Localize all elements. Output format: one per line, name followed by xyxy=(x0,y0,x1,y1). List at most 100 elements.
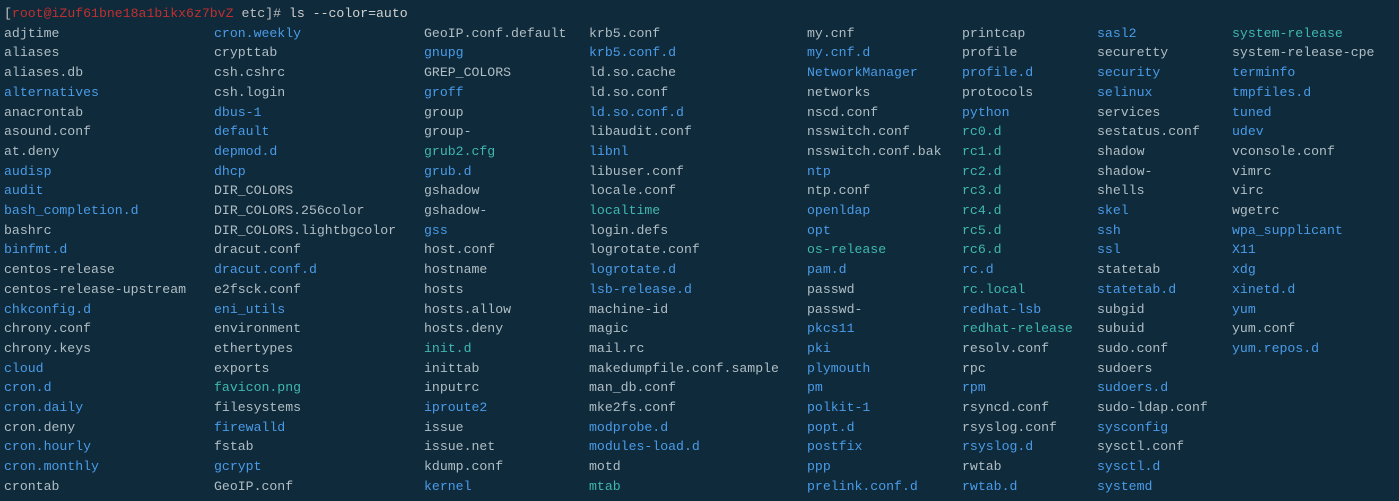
ls-entry: yum xyxy=(1232,300,1374,320)
ls-entry: nscd.conf xyxy=(807,103,962,123)
ls-entry: cron.deny xyxy=(4,418,214,438)
ls-entry: cloud xyxy=(4,359,214,379)
ls-entry: securetty xyxy=(1097,43,1232,63)
ls-entry: ntp.conf xyxy=(807,181,962,201)
ls-entry: hostname xyxy=(424,260,589,280)
ls-entry: rpm xyxy=(962,378,1097,398)
ls-entry: host.conf xyxy=(424,240,589,260)
ls-entry: libnl xyxy=(589,142,807,162)
ls-entry: gss xyxy=(424,221,589,241)
ls-entry: fstab xyxy=(214,437,424,457)
ls-entry: logrotate.conf xyxy=(589,240,807,260)
ls-entry: wpa_supplicant xyxy=(1232,221,1374,241)
ls-entry: my.cnf.d xyxy=(807,43,962,63)
ls-entry: tmpfiles.d xyxy=(1232,83,1374,103)
ls-entry: bashrc xyxy=(4,221,214,241)
ls-entry: rsyncd.conf xyxy=(962,398,1097,418)
ls-entry: ld.so.conf xyxy=(589,83,807,103)
ls-entry: ssl xyxy=(1097,240,1232,260)
ls-entry: issue.net xyxy=(424,437,589,457)
ls-entry: crontab xyxy=(4,477,214,497)
ls-entry: my.cnf xyxy=(807,24,962,44)
ls-entry: sestatus.conf xyxy=(1097,122,1232,142)
ls-entry: audisp xyxy=(4,162,214,182)
ls-column: krb5.confkrb5.conf.dld.so.cacheld.so.con… xyxy=(589,24,807,497)
ls-entry: man_db.conf xyxy=(589,378,807,398)
ls-entry: sudo.conf xyxy=(1097,339,1232,359)
ls-column: adjtimealiasesaliases.dbalternativesanac… xyxy=(4,24,214,497)
ls-entry: systemd xyxy=(1097,477,1232,497)
ls-entry: DIR_COLORS.256color xyxy=(214,201,424,221)
ls-entry: makedumpfile.conf.sample xyxy=(589,359,807,379)
ls-entry: popt.d xyxy=(807,418,962,438)
ls-entry: gshadow xyxy=(424,181,589,201)
ls-entry: security xyxy=(1097,63,1232,83)
ls-entry: yum.conf xyxy=(1232,319,1374,339)
ls-entry: protocols xyxy=(962,83,1097,103)
prompt-close-bracket: ]# xyxy=(265,6,289,21)
prompt-cwd: etc xyxy=(234,6,266,21)
ls-entry: xinetd.d xyxy=(1232,280,1374,300)
ls-entry: openldap xyxy=(807,201,962,221)
ls-entry: sysctl.conf xyxy=(1097,437,1232,457)
ls-entry: ld.so.conf.d xyxy=(589,103,807,123)
ls-entry: rc4.d xyxy=(962,201,1097,221)
ls-entry: eni_utils xyxy=(214,300,424,320)
ls-entry: cron.hourly xyxy=(4,437,214,457)
ls-entry: exports xyxy=(214,359,424,379)
ls-entry: mke2fs.conf xyxy=(589,398,807,418)
ls-entry: nsswitch.conf.bak xyxy=(807,142,962,162)
ls-entry: os-release xyxy=(807,240,962,260)
ls-entry: X11 xyxy=(1232,240,1374,260)
ls-entry: csh.cshrc xyxy=(214,63,424,83)
ls-entry: prelink.conf.d xyxy=(807,477,962,497)
ls-entry: statetab.d xyxy=(1097,280,1232,300)
ls-entry: vconsole.conf xyxy=(1232,142,1374,162)
ls-column: GeoIP.conf.defaultgnupgGREP_COLORSgroffg… xyxy=(424,24,589,497)
ls-entry: udev xyxy=(1232,122,1374,142)
ls-entry: DIR_COLORS.lightbgcolor xyxy=(214,221,424,241)
ls-entry: redhat-release xyxy=(962,319,1097,339)
ls-entry: kernel xyxy=(424,477,589,497)
ls-entry: groff xyxy=(424,83,589,103)
ls-entry: sysctl.d xyxy=(1097,457,1232,477)
ls-entry: rwtab xyxy=(962,457,1097,477)
ls-entry: GeoIP.conf xyxy=(214,477,424,497)
prompt-command[interactable]: ls --color=auto xyxy=(289,6,408,21)
ls-entry: nsswitch.conf xyxy=(807,122,962,142)
ls-entry: plymouth xyxy=(807,359,962,379)
ls-entry: rc2.d xyxy=(962,162,1097,182)
ls-entry: selinux xyxy=(1097,83,1232,103)
ls-entry: libaudit.conf xyxy=(589,122,807,142)
ls-entry: dracut.conf.d xyxy=(214,260,424,280)
ls-entry: filesystems xyxy=(214,398,424,418)
ls-entry: services xyxy=(1097,103,1232,123)
ls-entry: sudo-ldap.conf xyxy=(1097,398,1232,418)
ls-entry: system-release xyxy=(1232,24,1374,44)
ls-entry: polkit-1 xyxy=(807,398,962,418)
ls-entry: vimrc xyxy=(1232,162,1374,182)
ls-output: adjtimealiasesaliases.dbalternativesanac… xyxy=(4,24,1395,497)
prompt-open-bracket: [ xyxy=(4,6,12,21)
ls-entry: hosts.allow xyxy=(424,300,589,320)
ls-entry: default xyxy=(214,122,424,142)
ls-entry: virc xyxy=(1232,181,1374,201)
ls-entry: tuned xyxy=(1232,103,1374,123)
ls-entry: inittab xyxy=(424,359,589,379)
ls-entry: passwd xyxy=(807,280,962,300)
ls-entry: pki xyxy=(807,339,962,359)
ls-entry: ppp xyxy=(807,457,962,477)
ls-entry: alternatives xyxy=(4,83,214,103)
ls-entry: adjtime xyxy=(4,24,214,44)
ls-column: printcapprofileprofile.dprotocolspythonr… xyxy=(962,24,1097,497)
ls-entry: shadow xyxy=(1097,142,1232,162)
ls-entry: terminfo xyxy=(1232,63,1374,83)
ls-entry: networks xyxy=(807,83,962,103)
ls-entry: krb5.conf.d xyxy=(589,43,807,63)
ls-entry: pam.d xyxy=(807,260,962,280)
ls-entry: ethertypes xyxy=(214,339,424,359)
ls-entry: gnupg xyxy=(424,43,589,63)
ls-entry: binfmt.d xyxy=(4,240,214,260)
ls-entry: profile.d xyxy=(962,63,1097,83)
ls-entry: system-release-cpe xyxy=(1232,43,1374,63)
